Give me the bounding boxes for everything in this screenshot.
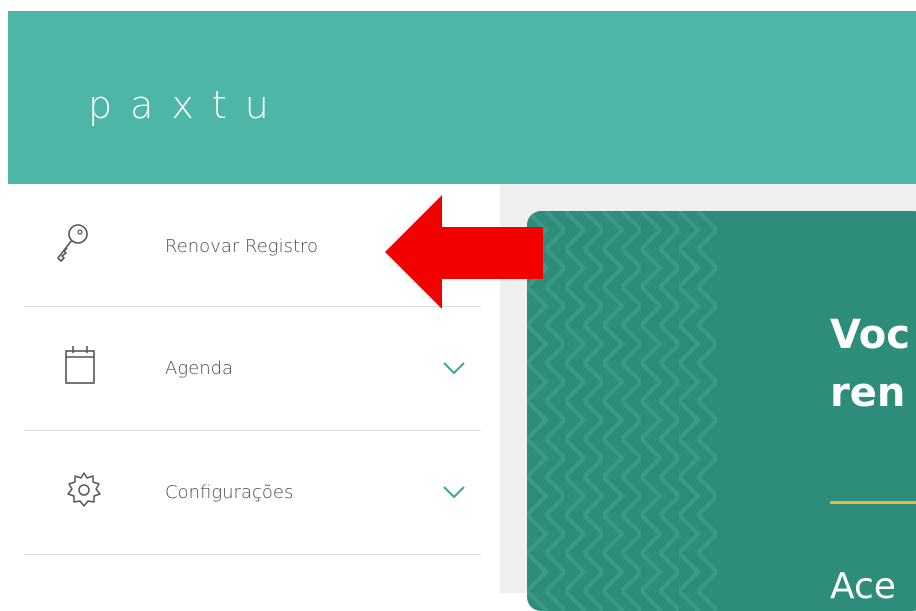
promo-title: Voc ren bbox=[830, 306, 910, 422]
gear-icon bbox=[64, 470, 104, 515]
sidebar-item-label: Configurações bbox=[165, 482, 294, 503]
accent-rule bbox=[830, 501, 916, 504]
divider bbox=[24, 554, 481, 555]
red-arrow-annotation bbox=[385, 195, 543, 309]
promo-subtitle: Ace bbox=[830, 566, 896, 607]
key-icon bbox=[52, 220, 92, 269]
chevron-down-icon[interactable] bbox=[442, 484, 466, 505]
promo-title-line1: Voc bbox=[830, 312, 910, 358]
sidebar-item-label: Renovar Registro bbox=[165, 236, 319, 257]
sidebar-item-label: Agenda bbox=[165, 358, 234, 379]
promo-banner: Voc ren Ace bbox=[527, 211, 916, 611]
chevron-down-icon[interactable] bbox=[442, 360, 466, 381]
calendar-icon bbox=[64, 343, 98, 392]
top-header: paxtu bbox=[8, 11, 916, 184]
divider bbox=[24, 430, 481, 431]
paxtu-logo[interactable]: paxtu bbox=[88, 83, 287, 127]
sidebar-item-configuracoes[interactable]: Configurações bbox=[24, 450, 481, 530]
sidebar-item-agenda[interactable]: Agenda bbox=[24, 326, 481, 406]
pattern-decoration bbox=[527, 211, 717, 611]
promo-title-line2: ren bbox=[830, 370, 906, 416]
